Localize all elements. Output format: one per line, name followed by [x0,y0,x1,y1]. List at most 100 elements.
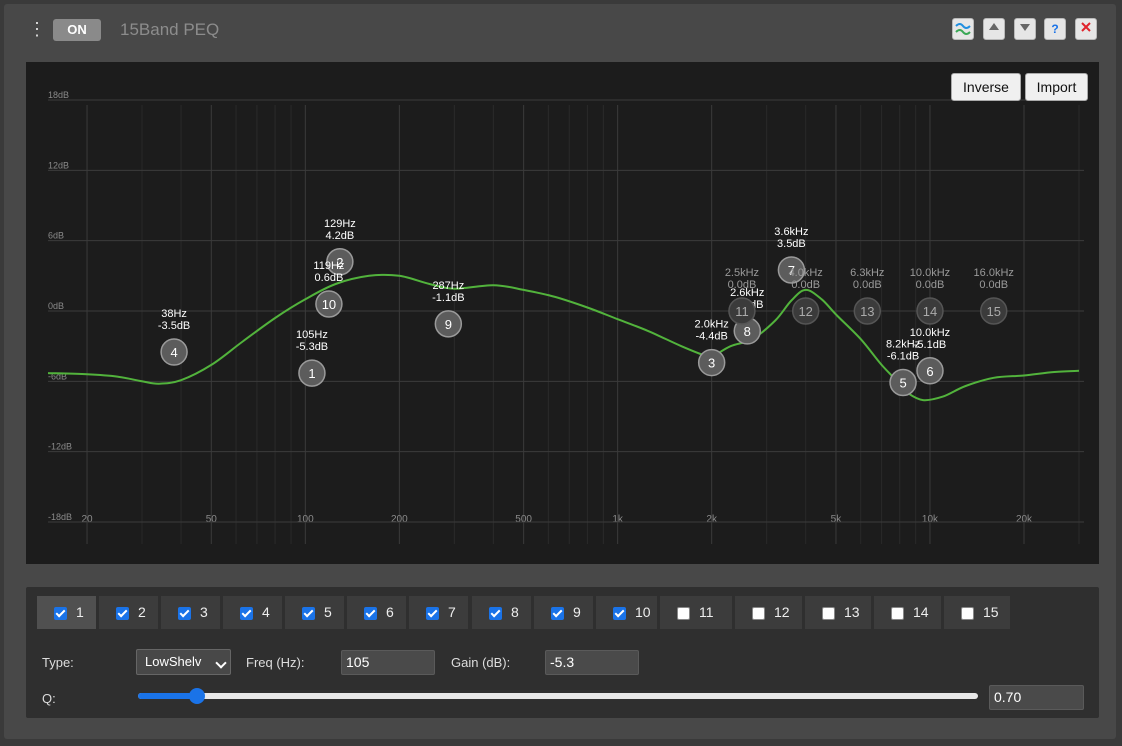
band-14-enable-checkbox[interactable] [891,607,904,620]
band-12-freq-label: 4.0kHz [789,267,823,279]
arrow-up-icon [989,23,999,30]
band-tab-label: 6 [386,604,394,620]
band-3-number: 3 [708,356,715,371]
help-icon[interactable]: ? [1044,18,1066,40]
filter-type-select[interactable]: LowShelv [136,649,231,675]
band-15-enable-checkbox[interactable] [961,607,974,620]
band-15-gain-label: 0.0dB [979,279,1008,291]
x-tick-label: 2k [706,514,718,525]
band-tab-label: 11 [699,604,714,620]
band-3-enable-checkbox[interactable] [178,607,191,620]
band-6-enable-checkbox[interactable] [364,607,377,620]
band-tab-label: 8 [511,604,519,620]
band-4-number: 4 [170,345,177,360]
band-5-number: 5 [899,376,906,391]
gain-input[interactable]: -5.3 [545,650,639,675]
band-tab-label: 13 [844,604,860,620]
band-1-gain-label: -5.3dB [296,341,328,353]
gain-label: Gain (dB): [451,655,511,670]
wave-icon-button[interactable] [952,18,974,40]
y-tick-label: -12dB [48,442,72,452]
band-4-gain-label: -3.5dB [158,320,190,332]
band-1-enable-checkbox[interactable] [54,607,67,620]
band-13-freq-label: 6.3kHz [850,267,884,279]
import-button[interactable]: Import [1025,73,1088,101]
eq-graph[interactable]: 20 50 100 200 500 1k 2k 5k 10k 20k 18dB 12dB 6dB 0dB -… [26,62,1099,564]
q-input[interactable]: 0.70 [989,685,1084,710]
band-tab-label: 2 [138,604,146,620]
x-tick-label: 5k [831,514,843,525]
band-7-freq-label: 3.6kHz [774,226,808,238]
band-4-enable-checkbox[interactable] [240,607,253,620]
band-tab-8[interactable]: 8 [472,596,531,629]
band-5-enable-checkbox[interactable] [302,607,315,620]
band-tab-label: 15 [983,604,999,620]
panel-header: ⋮ ON 15Band PEQ ? [4,4,1116,54]
close-button[interactable] [1075,18,1097,40]
band-tab-6[interactable]: 6 [347,596,406,629]
band-12-enable-checkbox[interactable] [752,607,765,620]
band-tab-label: 12 [774,604,790,620]
band-tab-12[interactable]: 12 [735,596,802,629]
q-label: Q: [42,691,56,706]
band-6-number: 6 [926,364,933,379]
q-slider-thumb[interactable] [188,688,205,704]
band-14-gain-label: 0.0dB [916,279,945,291]
band-13-gain-label: 0.0dB [853,279,882,291]
x-tick-label: 500 [515,514,532,525]
band-tab-15[interactable]: 15 [944,596,1010,629]
band-tab-9[interactable]: 9 [534,596,593,629]
band-4-freq-label: 38Hz [161,308,187,320]
band-tab-10[interactable]: 10 [596,596,657,629]
y-tick-label: 18dB [48,90,69,100]
band-2-enable-checkbox[interactable] [116,607,129,620]
band-tab-3[interactable]: 3 [161,596,220,629]
x-tick-label: 1k [612,514,624,525]
freq-input[interactable]: 105 [341,650,435,675]
band-13-enable-checkbox[interactable] [822,607,835,620]
band-9-gain-label: -1.1dB [432,292,464,304]
band-9-enable-checkbox[interactable] [551,607,564,620]
panel-title: 15Band PEQ [120,20,220,39]
band-tab-11[interactable]: 11 [660,596,732,629]
band-tab-14[interactable]: 14 [874,596,941,629]
band-7-enable-checkbox[interactable] [426,607,439,620]
y-tick-label: 6dB [48,231,64,241]
band-tab-7[interactable]: 7 [409,596,468,629]
vertical-ellipsis-icon[interactable]: ⋮ [28,20,46,38]
band-tab-4[interactable]: 4 [223,596,282,629]
band-10-freq-label: 119Hz [313,260,344,272]
band-3-gain-label: -4.4dB [695,331,727,343]
band-tab-label: 5 [324,604,332,620]
x-tick-label: 100 [297,514,314,525]
q-slider[interactable] [138,688,978,704]
band-10-number: 10 [322,297,336,312]
band-10-enable-checkbox[interactable] [613,607,626,620]
band-7-gain-label: 3.5dB [777,238,806,250]
band-13-number: 13 [860,304,874,319]
band-11-enable-checkbox[interactable] [677,607,690,620]
band-6-freq-label: 10.0kHz [910,327,950,339]
band-9-freq-label: 287Hz [432,280,464,292]
inverse-button[interactable]: Inverse [951,73,1021,101]
move-down-button[interactable] [1014,18,1036,40]
arrow-down-icon [1020,24,1030,31]
power-toggle-button[interactable]: ON [53,19,101,41]
band-tab-2[interactable]: 2 [99,596,158,629]
eq-chart[interactable]: 20 50 100 200 500 1k 2k 5k 10k 20k 18dB 12dB 6dB 0dB -… [26,62,1099,564]
band-12-gain-label: 0.0dB [791,279,820,291]
band-8-enable-checkbox[interactable] [489,607,502,620]
band-9-number: 9 [445,317,452,332]
band-tab-label: 9 [573,604,581,620]
band-6-gain-label: -5.1dB [914,339,946,351]
band-tab-5[interactable]: 5 [285,596,344,629]
band-12-number: 12 [798,304,812,319]
q-slider-fill [138,693,197,699]
move-up-button[interactable] [983,18,1005,40]
band-tab-13[interactable]: 13 [805,596,871,629]
band-tab-label: 4 [262,604,270,620]
x-tick-label: 20 [81,514,93,525]
band-editor: 1 2 3 4 5 6 7 8 9 10 11 12 13 14 15 Type: LowShelv Fre… [26,587,1099,718]
band-11-number: 11 [735,304,749,319]
band-tab-1[interactable]: 1 [37,596,96,629]
